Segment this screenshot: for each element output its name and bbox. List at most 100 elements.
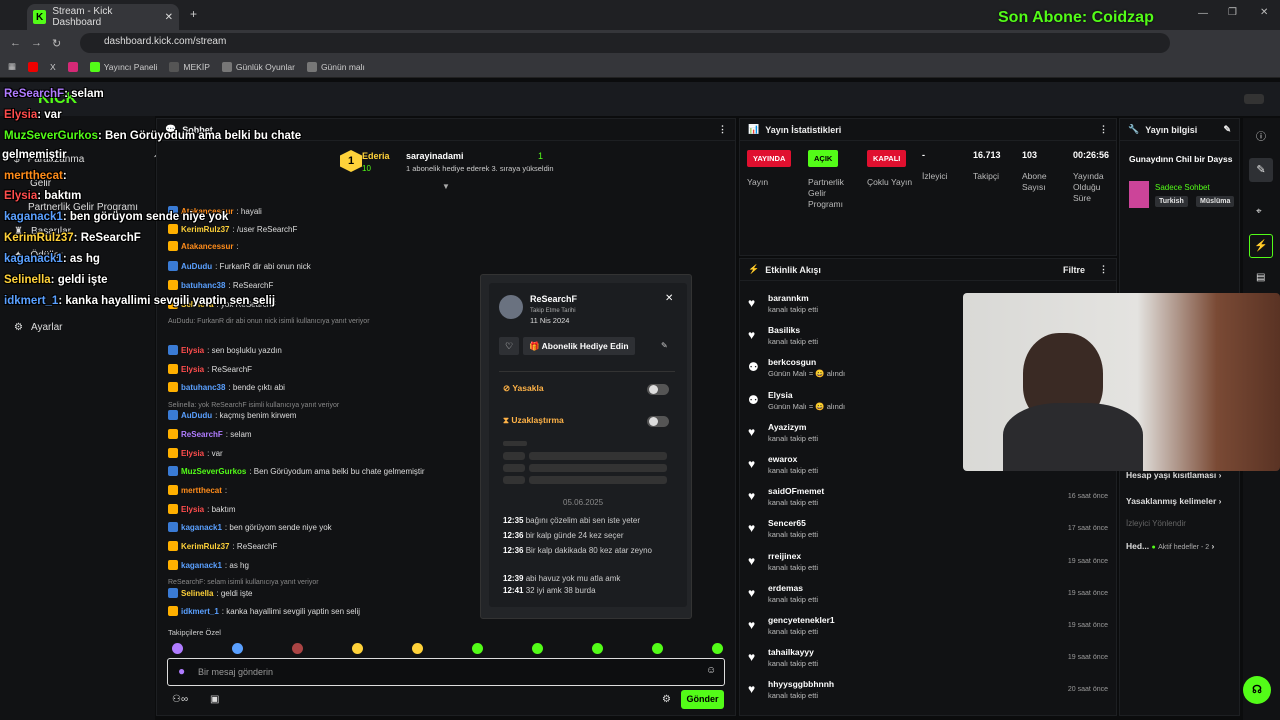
close-icon[interactable]: ✕ <box>165 12 173 23</box>
bookmark-gunluk-oyunlar[interactable]: Günlük Oyunlar <box>221 61 295 72</box>
more-icon[interactable]: ⋮ <box>1099 124 1108 135</box>
bolt-icon[interactable]: ⚡ <box>1249 234 1273 258</box>
activity-item[interactable]: ♥ erdemas kanalı takip etti 19 saat önce <box>748 582 1116 612</box>
overlay-username: Elysia <box>4 109 38 121</box>
maximize-icon[interactable]: ❐ <box>1228 7 1237 18</box>
chat-username[interactable]: AuDudu <box>181 411 212 420</box>
info-icon[interactable]: ⓘ <box>1256 128 1266 143</box>
gift-sub-button[interactable]: 🎁 Abonelik Hediye Edin <box>523 337 635 355</box>
chat-username[interactable]: KerimRulz37 <box>181 225 229 234</box>
reply-context[interactable]: Selinella: yok ReSearchF isimli kullanıc… <box>168 402 339 409</box>
chat-username[interactable]: batuhanc38 <box>181 281 225 290</box>
activity-item[interactable]: ♥ saidOFmemet kanalı takip etti 16 saat önc… <box>748 485 1116 515</box>
overlay-chat-message: MuzSeverGurkos: Ben Görüyodum ama belki … <box>4 130 301 142</box>
chat-username[interactable]: idkmert_1 <box>181 607 219 616</box>
chat-username[interactable]: ReSearchF <box>181 430 223 439</box>
activity-item[interactable]: ♥ tahailkayyy kanalı takip etti 19 saat önc… <box>748 646 1116 676</box>
chat-username[interactable]: kaganack1 <box>181 523 222 532</box>
emoji-icon[interactable]: ☺ <box>706 665 716 676</box>
address-bar[interactable]: dashboard.kick.com/stream <box>80 33 1170 53</box>
browser-tab[interactable]: K Stream - Kick Dashboard ✕ <box>27 4 179 30</box>
window-close-icon[interactable]: ✕ <box>1260 7 1268 18</box>
emote-icon[interactable] <box>292 643 303 654</box>
chat-username[interactable]: KerimRulz37 <box>181 542 229 551</box>
stat-item: YAYINDA Yayın <box>747 150 793 188</box>
reload-icon[interactable]: ↻ <box>52 37 61 50</box>
chat-settings-icon[interactable]: ⚙ <box>662 694 671 705</box>
emote-icon[interactable] <box>412 643 423 654</box>
close-icon[interactable]: ✕ <box>665 293 673 304</box>
emote-icon[interactable] <box>472 643 483 654</box>
heart-icon[interactable]: ♡ <box>499 337 519 355</box>
activity-item[interactable]: ♥ gencyetenekler1 kanalı takip etti 19 saat… <box>748 614 1116 644</box>
chat-username[interactable]: batuhanc38 <box>181 383 225 392</box>
timeout-toggle[interactable] <box>647 416 669 427</box>
chat-username[interactable]: Elysia <box>181 449 204 458</box>
bookmark-yayinci-paneli[interactable]: Yayıncı Paneli <box>89 61 157 72</box>
chat-username[interactable]: kaganack1 <box>181 561 222 570</box>
bookmark-mekip[interactable]: MEKİP <box>169 61 210 72</box>
support-icon[interactable]: ☊ <box>1243 676 1271 704</box>
chat-username[interactable]: Elysia <box>181 505 204 514</box>
emote-icon[interactable] <box>592 643 603 654</box>
activity-item[interactable]: ♥ rreijinex kanalı takip etti 19 saat önce <box>748 550 1116 580</box>
gifter-name: sarayinadami <box>406 151 464 161</box>
chat-username[interactable]: Elysia <box>181 346 204 355</box>
pencil-icon[interactable]: ✎ <box>1249 158 1273 182</box>
doc-icon[interactable]: ▤ <box>1256 272 1265 283</box>
chat-username[interactable]: MuzSeverGurkos <box>181 467 246 476</box>
emote-icon[interactable] <box>352 643 363 654</box>
x-icon[interactable]: X <box>50 62 56 72</box>
overlay-text: : ben görüyom sende niye yok <box>62 211 229 223</box>
store-icon[interactable]: ▣ <box>210 694 219 705</box>
activity-description: kanalı takip etti <box>768 691 819 701</box>
new-tab-icon[interactable]: + <box>190 7 197 21</box>
sidebar-item-settings[interactable]: ⚙ Ayarlar <box>14 322 62 333</box>
chat-input[interactable]: Bir mesaj gönderin <box>167 658 725 686</box>
activity-item[interactable]: ♥ hhyysggbbhnnh kanalı takip etti 20 saat ö… <box>748 678 1116 708</box>
chat-username[interactable]: mertthecat <box>181 486 222 495</box>
chat-username[interactable]: AuDudu <box>181 262 212 271</box>
reply-context[interactable]: AuDudu: FurkanR dir abi onun nick isimli… <box>168 318 370 325</box>
edit-icon[interactable]: ✎ <box>1223 124 1231 135</box>
chat-username[interactable]: Elysia <box>181 365 204 374</box>
reply-context[interactable]: ReSearchF: selam isimli kullanıcıya yanı… <box>168 579 319 586</box>
activity-item[interactable]: ♥ Sencer65 kanalı takip etti 17 saat önce <box>748 517 1116 547</box>
instagram-icon[interactable] <box>67 61 78 72</box>
emote-icon[interactable] <box>172 643 183 654</box>
setting-account-age[interactable]: Hesap yaşı kısıtlaması › <box>1126 470 1221 480</box>
avatar[interactable] <box>1244 94 1264 104</box>
emote-icon[interactable] <box>532 643 543 654</box>
pin-icon[interactable]: ▼ <box>442 182 450 191</box>
setting-goals[interactable]: Hed... ● Aktif hedefler - 2 › <box>1126 541 1214 551</box>
history-placeholder <box>503 441 667 497</box>
emote-icon[interactable] <box>652 643 663 654</box>
chat-text: : baktım <box>207 504 236 514</box>
ban-toggle[interactable] <box>647 384 669 395</box>
bolt-icon: ⚡ <box>748 264 760 274</box>
chat-username[interactable]: Selinella <box>181 589 213 598</box>
forward-icon[interactable]: → <box>31 37 42 49</box>
mic-icon[interactable]: ● <box>178 664 185 678</box>
youtube-icon[interactable] <box>28 61 39 72</box>
pin-icon[interactable]: ✎ <box>661 341 668 350</box>
emote-icon[interactable] <box>232 643 243 654</box>
chat-username[interactable]: Atakancessur <box>181 242 233 251</box>
apps-icon[interactable]: ▦ <box>8 61 16 72</box>
bookmark-gunun-mali[interactable]: Günün malı <box>306 61 365 72</box>
activity-description: Günün Malı = 😀 alındı <box>768 401 846 411</box>
setting-banned-words[interactable]: Yasaklanmış kelimeler › <box>1126 496 1221 506</box>
emote-icon[interactable] <box>712 643 723 654</box>
filter-button[interactable]: Filtre <box>1063 265 1085 275</box>
focus-icon[interactable]: ⌖ <box>1256 206 1262 217</box>
stat-item: 00:26:56 Yayında Olduğu Süre <box>1073 150 1119 204</box>
stat-label: Takipçi <box>973 171 999 181</box>
category-name[interactable]: Sadece Sohbet <box>1155 183 1210 192</box>
back-icon[interactable]: ← <box>10 37 21 49</box>
setting-host[interactable]: İzleyici Yönlendir <box>1126 519 1186 528</box>
more-icon[interactable]: ⋮ <box>1099 264 1108 275</box>
minimize-icon[interactable]: — <box>1198 8 1208 19</box>
send-button[interactable]: Gönder <box>681 690 724 709</box>
more-icon[interactable]: ⋮ <box>718 124 727 135</box>
quick-actions-icon[interactable]: ⚇∞ <box>172 694 188 705</box>
